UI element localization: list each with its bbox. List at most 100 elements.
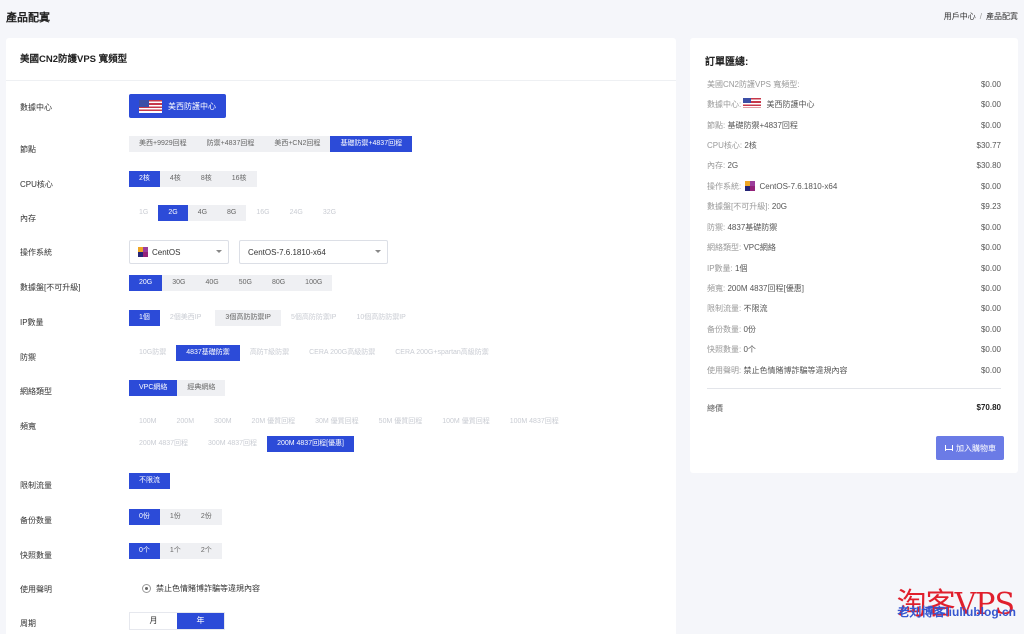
summary-row: 內存: 2G $30.80 [707, 158, 1001, 172]
summary-value: CentOS-7.6.1810-x64 [759, 181, 838, 191]
bandwidth-option-disabled: 300M [204, 414, 242, 430]
summary-row: 數據中心: 美西防護中心 $0.00 [707, 97, 1001, 111]
summary-value: 0份 [743, 324, 756, 334]
summary-key: 防禦: [707, 222, 726, 232]
network-label: 網絡類型 [20, 387, 52, 396]
memory-label: 內存 [20, 214, 36, 223]
bandwidth-label: 頻寬 [20, 422, 36, 431]
watermark: 淘客VPS 老刘博客liuliublog.cn [846, 578, 1024, 634]
traffic-option-selected[interactable]: 不限流 [129, 473, 170, 489]
node-option[interactable]: 美西+9929回程 [129, 136, 197, 152]
cpu-options: 2核 4核 8核 16核 [129, 171, 257, 187]
cpu-label: CPU核心 [20, 180, 53, 189]
snapshot-option-selected[interactable]: 0个 [129, 543, 160, 559]
summary-row: 美國CN2防護VPS 寬頻型: $0.00 [707, 77, 1001, 91]
defense-option-selected[interactable]: 4837基礎防禦 [176, 345, 240, 361]
summary-row: 節點: 基礎防禦+4837回程 $0.00 [707, 118, 1001, 132]
breadcrumb-separator: / [979, 12, 982, 21]
centos-icon [745, 181, 756, 192]
datacenter-label: 數據中心 [20, 103, 52, 112]
network-option[interactable]: 經典網絡 [177, 380, 226, 396]
snapshot-option[interactable]: 2个 [190, 543, 222, 559]
summary-row: 網絡類型: VPC網絡 $0.00 [707, 240, 1001, 254]
disk-option-selected[interactable]: 20G [129, 275, 163, 291]
backup-option-selected[interactable]: 0份 [129, 509, 160, 525]
product-title: 美國CN2防護VPS 寬頻型 [20, 54, 128, 65]
breadcrumb-user-center[interactable]: 用戶中心 [944, 12, 976, 21]
summary-key: 限制流量: [707, 303, 742, 313]
disk-option[interactable]: 40G [195, 275, 229, 291]
summary-row: 防禦: 4837基礎防禦 $0.00 [707, 220, 1001, 234]
breadcrumb-current: 產品配寘 [986, 12, 1018, 21]
bandwidth-option-selected[interactable]: 200M 4837回程[優惠] [267, 436, 354, 452]
summary-price: $0.00 [980, 242, 1001, 252]
memory-option-disabled: 16G [246, 205, 280, 221]
summary-value: 2G [727, 160, 739, 170]
cycle-option-month[interactable]: 月 [130, 613, 177, 629]
ip-option[interactable]: 3個高防防禦IP [215, 310, 281, 326]
summary-price: $0.00 [980, 99, 1001, 109]
summary-total: 總價 $70.80 [707, 403, 1001, 414]
node-option-selected[interactable]: 基礎防禦+4837回程 [330, 136, 413, 152]
summary-row: 快照數量: 0个 $0.00 [707, 342, 1001, 356]
add-to-cart-button[interactable]: 加入購物車 [936, 436, 1004, 460]
defense-option-disabled: 高防T級防禦 [239, 345, 300, 361]
summary-price: $9.23 [980, 201, 1001, 211]
cpu-option-selected[interactable]: 2核 [129, 171, 160, 187]
node-option[interactable]: 美西+CN2回程 [264, 136, 331, 152]
summary-price: $0.00 [980, 263, 1001, 273]
cycle-option-year[interactable]: 年 [177, 613, 224, 629]
datacenter-option[interactable]: 美西防護中心 [129, 94, 226, 118]
summary-title: 訂單匯總: [705, 57, 749, 68]
summary-price: $0.00 [980, 365, 1001, 375]
memory-option-selected[interactable]: 2G [158, 205, 188, 221]
os-family-value: CentOS [152, 247, 181, 257]
summary-value: VPC網絡 [743, 242, 776, 252]
backup-option[interactable]: 1份 [159, 509, 191, 525]
summary-price: $0.00 [980, 120, 1001, 130]
disk-option[interactable]: 100G [295, 275, 333, 291]
summary-price: $0.00 [980, 303, 1001, 313]
disk-option[interactable]: 80G [261, 275, 296, 291]
snapshot-options: 0个 1个 2个 [129, 543, 222, 559]
summary-value: 不限流 [743, 303, 768, 313]
page-title: 產品配寘 [6, 12, 50, 24]
snapshot-option[interactable]: 1个 [159, 543, 191, 559]
defense-option-disabled: CERA 200G高級防禦 [299, 345, 386, 361]
summary-row: CPU核心: 2核 $30.77 [707, 138, 1001, 152]
summary-key: IP數量: [707, 263, 733, 273]
summary-value: 禁止色情賭博詐騙等違規內容 [743, 365, 848, 375]
cpu-option[interactable]: 16核 [221, 171, 257, 187]
bandwidth-option-disabled: 100M 優質回程 [432, 414, 500, 430]
usage-radio[interactable]: 禁止色情賭博詐騙等違規內容 [142, 583, 260, 594]
cart-icon [944, 444, 953, 452]
us-flag-icon [743, 98, 762, 108]
usage-label: 使用聲明 [20, 585, 52, 594]
disk-option[interactable]: 50G [228, 275, 262, 291]
memory-option-disabled: 32G [312, 205, 347, 221]
summary-key: CPU核心: [707, 140, 743, 150]
backup-option[interactable]: 2份 [190, 509, 222, 525]
summary-row: 使用聲明: 禁止色情賭博詐騙等違規內容 $0.00 [707, 363, 1001, 377]
disk-option[interactable]: 30G [162, 275, 196, 291]
cpu-option[interactable]: 4核 [159, 171, 191, 187]
summary-value: 基礎防禦+4837回程 [727, 120, 798, 130]
os-version-select[interactable]: CentOS-7.6.1810-x64 [239, 240, 388, 264]
ip-option-selected[interactable]: 1個 [129, 310, 160, 326]
os-family-select[interactable]: CentOS [129, 240, 229, 264]
summary-key: 美國CN2防護VPS 寬頻型: [707, 79, 800, 89]
traffic-label: 限制流量 [20, 481, 52, 490]
top-bar: 產品配寘 用戶中心 / 產品配寘 [0, 0, 1024, 34]
summary-price: $0.00 [980, 181, 1001, 191]
defense-options: 10G防禦 4837基礎防禦 高防T級防禦 CERA 200G高級防禦 CERA… [129, 345, 499, 361]
summary-key: 內存: [707, 160, 726, 170]
node-option[interactable]: 防禦+4837回程 [196, 136, 265, 152]
cpu-option[interactable]: 8核 [190, 171, 222, 187]
memory-option[interactable]: 8G [217, 205, 247, 221]
summary-value: 美西防護中心 [766, 100, 815, 109]
network-option-selected[interactable]: VPC網絡 [129, 380, 178, 396]
memory-option[interactable]: 4G [187, 205, 218, 221]
summary-key: 數據盤[不可升級]: [707, 201, 770, 211]
bandwidth-option-disabled: 300M 4837回程 [198, 436, 268, 452]
summary-key: 备份数量: [707, 324, 742, 334]
